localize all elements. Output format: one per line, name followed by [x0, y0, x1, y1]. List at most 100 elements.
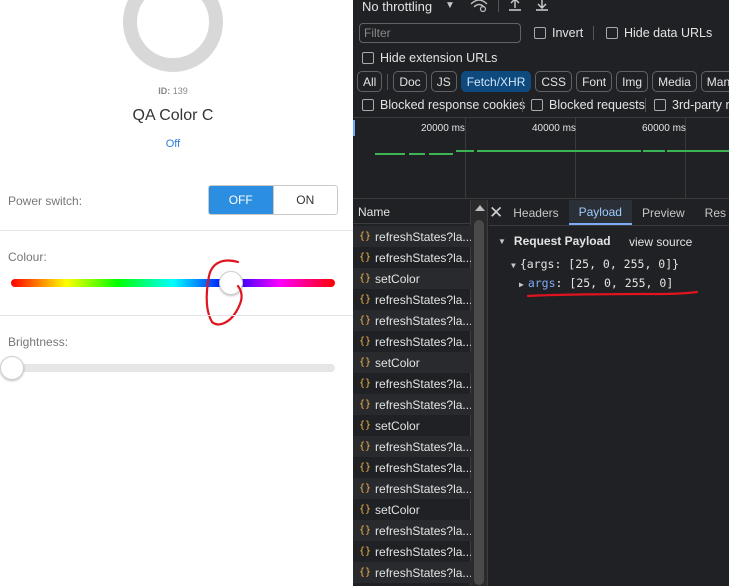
filter-chip-css[interactable]: CSS [535, 71, 573, 92]
request-list-scrollbar[interactable] [471, 200, 488, 586]
timeline-tick-label: 40000 ms [532, 123, 576, 134]
request-name: refreshStates?la... [375, 523, 471, 538]
invert-checkbox[interactable]: Invert [534, 26, 583, 40]
view-source-link[interactable]: view source [629, 235, 692, 249]
request-row[interactable]: {} refreshStates?la... [353, 289, 471, 310]
network-timeline[interactable]: 20000 ms 40000 ms 60000 ms [353, 117, 729, 199]
filter-chip-media[interactable]: Media [652, 71, 697, 92]
filter-chip-fetch-xhr[interactable]: Fetch/XHR [460, 71, 532, 92]
request-row[interactable]: {} refreshStates?la... [353, 331, 471, 352]
request-row[interactable]: {} setColor [353, 415, 471, 436]
throttling-select[interactable]: No throttling [362, 0, 432, 14]
hide-extension-urls-label: Hide extension URLs [380, 51, 498, 65]
request-payload-header[interactable]: ▼ Request Payload [498, 234, 611, 248]
tab-payload[interactable]: Payload [568, 200, 632, 225]
device-state-link[interactable]: Off [0, 138, 346, 150]
checkbox[interactable] [531, 99, 543, 111]
checkbox[interactable] [654, 99, 666, 111]
filter-chip-font[interactable]: Font [576, 71, 613, 92]
request-row[interactable]: {} refreshStates?la... [353, 457, 471, 478]
hide-data-urls-checkbox[interactable]: Hide data URLs [606, 26, 712, 40]
hide-extension-urls-checkbox[interactable]: Hide extension URLs [362, 51, 497, 65]
args-colon: : [555, 276, 570, 290]
xhr-icon: {} [359, 504, 372, 515]
colour-label: Colour: [8, 250, 47, 264]
request-row[interactable]: {} refreshStates?la... [353, 478, 471, 499]
request-row[interactable]: {} refreshStates?la... [353, 247, 471, 268]
expanded-triangle-icon: ▼ [498, 236, 506, 246]
tab-headers[interactable]: Headers [503, 200, 568, 225]
upload-icon[interactable] [508, 0, 522, 12]
filter-chip-js[interactable]: JS [430, 71, 457, 92]
payload-object-line[interactable]: ▼ {args: [25, 0, 255, 0]} [511, 257, 679, 271]
request-name: refreshStates?la... [375, 334, 471, 349]
resource-type-filters: All Doc JS Fetch/XHR CSS Font Img Media … [357, 71, 729, 92]
filter-chip-manifest[interactable]: Manifest [700, 71, 729, 92]
checkbox[interactable] [362, 52, 374, 64]
power-on-button[interactable]: ON [272, 186, 337, 214]
checkbox[interactable] [534, 27, 546, 39]
request-row[interactable]: {} refreshStates?la... [353, 394, 471, 415]
divider [593, 26, 594, 40]
scrollbar-thumb[interactable] [474, 220, 484, 585]
payload-args-line[interactable]: ▶ args: [25, 0, 255, 0] [519, 276, 673, 290]
request-name: refreshStates?la... [375, 439, 471, 454]
power-off-button[interactable]: OFF [209, 186, 273, 214]
blocked-response-cookies-checkbox[interactable]: Blocked response cookies [362, 98, 525, 112]
device-panel: ID: 139 QA Color C Off Power switch: OFF… [0, 0, 353, 586]
request-row[interactable]: {} refreshStates?la... [353, 562, 471, 583]
xhr-icon: {} [359, 399, 372, 410]
brightness-slider-handle[interactable] [0, 356, 24, 380]
download-icon[interactable] [535, 0, 549, 12]
power-switch: OFF ON [208, 185, 338, 215]
request-row[interactable]: {} refreshStates?la... [353, 520, 471, 541]
request-name: refreshStates?la... [375, 250, 471, 265]
third-party-checkbox[interactable]: 3rd-party r [654, 98, 729, 112]
xhr-icon: {} [359, 483, 372, 494]
tab-preview[interactable]: Preview [632, 200, 695, 225]
checkbox[interactable] [362, 99, 374, 111]
filter-input[interactable] [359, 23, 521, 43]
args-key: args [527, 276, 556, 290]
divider [522, 98, 523, 112]
xhr-icon: {} [359, 462, 372, 473]
tab-response[interactable]: Res [695, 200, 729, 225]
detail-tabbar: ✕ Headers Payload Preview Res [489, 200, 729, 226]
third-party-label: 3rd-party r [672, 98, 729, 112]
device-name: QA Color C [132, 107, 214, 124]
red-annotation-underline [527, 290, 699, 298]
request-row[interactable]: {} setColor [353, 499, 471, 520]
request-list: {} refreshStates?la...{} refreshStates?la.… [353, 226, 471, 583]
filter-chip-img[interactable]: Img [616, 71, 649, 92]
request-name: refreshStates?la... [375, 376, 471, 391]
scroll-up-arrow-icon[interactable] [475, 205, 485, 211]
timeline-request-bar [667, 150, 729, 152]
request-row[interactable]: {} refreshStates?la... [353, 373, 471, 394]
request-row[interactable]: {} refreshStates?la... [353, 310, 471, 331]
request-name: refreshStates?la... [375, 397, 471, 412]
colour-slider-track[interactable] [11, 279, 335, 287]
network-conditions-icon[interactable] [469, 0, 489, 12]
request-name: setColor [375, 271, 420, 286]
close-icon[interactable]: ✕ [489, 200, 503, 225]
brightness-slider-track[interactable] [11, 364, 335, 372]
blocked-requests-checkbox[interactable]: Blocked requests [531, 98, 645, 112]
filter-chip-all[interactable]: All [357, 71, 383, 92]
xhr-icon: {} [359, 525, 372, 536]
request-row[interactable]: {} refreshStates?la... [353, 226, 471, 247]
xhr-icon: {} [359, 315, 372, 326]
request-row[interactable]: {} refreshStates?la... [353, 541, 471, 562]
request-row[interactable]: {} setColor [353, 268, 471, 289]
chevron-down-icon[interactable]: ▼ [445, 0, 455, 11]
filter-chip-doc[interactable]: Doc [393, 71, 427, 92]
name-column-header[interactable]: Name [353, 200, 471, 224]
checkbox[interactable] [606, 27, 618, 39]
timeline-tick-label: 20000 ms [421, 123, 465, 134]
request-row[interactable]: {} refreshStates?la... [353, 436, 471, 457]
divider [498, 0, 499, 12]
device-id: ID: 139 [0, 86, 346, 96]
power-switch-label: Power switch: [8, 194, 83, 208]
request-row[interactable]: {} setColor [353, 352, 471, 373]
request-name: setColor [375, 355, 420, 370]
timeline-request-bar [375, 153, 405, 155]
